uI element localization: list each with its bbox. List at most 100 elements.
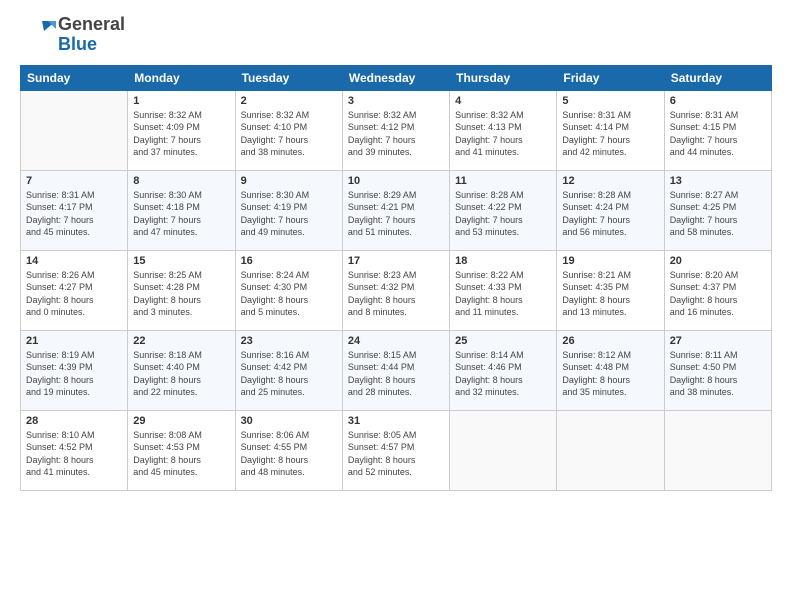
day-info: Sunrise: 8:32 AM Sunset: 4:12 PM Dayligh… xyxy=(348,109,444,159)
calendar-cell: 20 Sunrise: 8:20 AM Sunset: 4:37 PM Dayli… xyxy=(664,250,771,330)
day-info: Sunrise: 8:24 AM Sunset: 4:30 PM Dayligh… xyxy=(241,269,337,319)
day-number: 23 xyxy=(241,335,337,347)
calendar-cell: 31Sunrise: 8:05 AM Sunset: 4:57 PM Dayli… xyxy=(342,410,449,490)
calendar-cell: 22 Sunrise: 8:18 AM Sunset: 4:40 PM Dayli… xyxy=(128,330,235,410)
weekday-header-friday: Friday xyxy=(557,65,664,90)
calendar-cell: 26 Sunrise: 8:12 AM Sunset: 4:48 PM Dayli… xyxy=(557,330,664,410)
day-info: Sunrise: 8:12 AM Sunset: 4:48 PM Dayligh… xyxy=(562,349,658,399)
calendar-cell: 19 Sunrise: 8:21 AM Sunset: 4:35 PM Dayli… xyxy=(557,250,664,330)
day-number: 19 xyxy=(562,255,658,267)
weekday-header-monday: Monday xyxy=(128,65,235,90)
day-number: 5 xyxy=(562,95,658,107)
day-number: 22 xyxy=(133,335,229,347)
day-info: Sunrise: 8:28 AM Sunset: 4:22 PM Dayligh… xyxy=(455,189,551,239)
day-info: Sunrise: 8:32 AM Sunset: 4:13 PM Dayligh… xyxy=(455,109,551,159)
logo-bird-icon xyxy=(20,17,56,53)
calendar-cell: 28 Sunrise: 8:10 AM Sunset: 4:52 PM Dayli… xyxy=(21,410,128,490)
day-info: Sunrise: 8:14 AM Sunset: 4:46 PM Dayligh… xyxy=(455,349,551,399)
calendar-cell: 18 Sunrise: 8:22 AM Sunset: 4:33 PM Dayli… xyxy=(450,250,557,330)
weekday-header-wednesday: Wednesday xyxy=(342,65,449,90)
day-number: 18 xyxy=(455,255,551,267)
calendar-week-row: 28 Sunrise: 8:10 AM Sunset: 4:52 PM Dayli… xyxy=(21,410,772,490)
day-number: 27 xyxy=(670,335,766,347)
calendar-cell: 6 Sunrise: 8:31 AM Sunset: 4:15 PM Daylig… xyxy=(664,90,771,170)
calendar-cell: 21 Sunrise: 8:19 AM Sunset: 4:39 PM Dayli… xyxy=(21,330,128,410)
day-number: 16 xyxy=(241,255,337,267)
day-info: Sunrise: 8:31 AM Sunset: 4:17 PM Dayligh… xyxy=(26,189,122,239)
calendar-cell: 15 Sunrise: 8:25 AM Sunset: 4:28 PM Dayli… xyxy=(128,250,235,330)
day-info: Sunrise: 8:27 AM Sunset: 4:25 PM Dayligh… xyxy=(670,189,766,239)
calendar-table: SundayMondayTuesdayWednesdayThursdayFrid… xyxy=(20,65,772,491)
day-info: Sunrise: 8:31 AM Sunset: 4:15 PM Dayligh… xyxy=(670,109,766,159)
day-number: 8 xyxy=(133,175,229,187)
day-info: Sunrise: 8:26 AM Sunset: 4:27 PM Dayligh… xyxy=(26,269,122,319)
calendar-cell: 25 Sunrise: 8:14 AM Sunset: 4:46 PM Dayli… xyxy=(450,330,557,410)
day-number: 15 xyxy=(133,255,229,267)
calendar-week-row: 21 Sunrise: 8:19 AM Sunset: 4:39 PM Dayli… xyxy=(21,330,772,410)
calendar-cell: 4Sunrise: 8:32 AM Sunset: 4:13 PM Daylig… xyxy=(450,90,557,170)
day-number: 31 xyxy=(348,415,444,427)
calendar-cell: 11 Sunrise: 8:28 AM Sunset: 4:22 PM Dayli… xyxy=(450,170,557,250)
day-info: Sunrise: 8:30 AM Sunset: 4:19 PM Dayligh… xyxy=(241,189,337,239)
calendar-cell: 16 Sunrise: 8:24 AM Sunset: 4:30 PM Dayli… xyxy=(235,250,342,330)
day-info: Sunrise: 8:11 AM Sunset: 4:50 PM Dayligh… xyxy=(670,349,766,399)
day-info: Sunrise: 8:21 AM Sunset: 4:35 PM Dayligh… xyxy=(562,269,658,319)
day-number: 28 xyxy=(26,415,122,427)
day-info: Sunrise: 8:32 AM Sunset: 4:09 PM Dayligh… xyxy=(133,109,229,159)
logo: General Blue xyxy=(20,15,125,55)
logo-general: General xyxy=(58,15,125,35)
day-info: Sunrise: 8:19 AM Sunset: 4:39 PM Dayligh… xyxy=(26,349,122,399)
day-info: Sunrise: 8:28 AM Sunset: 4:24 PM Dayligh… xyxy=(562,189,658,239)
calendar-cell: 27 Sunrise: 8:11 AM Sunset: 4:50 PM Dayli… xyxy=(664,330,771,410)
calendar-cell: 1 Sunrise: 8:32 AM Sunset: 4:09 PM Daylig… xyxy=(128,90,235,170)
logo-combined: General Blue xyxy=(20,15,125,55)
day-number: 9 xyxy=(241,175,337,187)
calendar-cell: 3Sunrise: 8:32 AM Sunset: 4:12 PM Daylig… xyxy=(342,90,449,170)
day-number: 17 xyxy=(348,255,444,267)
calendar-cell: 17 Sunrise: 8:23 AM Sunset: 4:32 PM Dayli… xyxy=(342,250,449,330)
day-number: 14 xyxy=(26,255,122,267)
day-number: 21 xyxy=(26,335,122,347)
calendar-cell: 13Sunrise: 8:27 AM Sunset: 4:25 PM Dayli… xyxy=(664,170,771,250)
day-info: Sunrise: 8:22 AM Sunset: 4:33 PM Dayligh… xyxy=(455,269,551,319)
day-number: 7 xyxy=(26,175,122,187)
calendar-cell: 30Sunrise: 8:06 AM Sunset: 4:55 PM Dayli… xyxy=(235,410,342,490)
day-info: Sunrise: 8:29 AM Sunset: 4:21 PM Dayligh… xyxy=(348,189,444,239)
calendar-cell xyxy=(557,410,664,490)
weekday-header-saturday: Saturday xyxy=(664,65,771,90)
weekday-header-sunday: Sunday xyxy=(21,65,128,90)
day-number: 11 xyxy=(455,175,551,187)
calendar-cell: 7 Sunrise: 8:31 AM Sunset: 4:17 PM Daylig… xyxy=(21,170,128,250)
calendar-cell: 8 Sunrise: 8:30 AM Sunset: 4:18 PM Daylig… xyxy=(128,170,235,250)
calendar-cell: 29Sunrise: 8:08 AM Sunset: 4:53 PM Dayli… xyxy=(128,410,235,490)
day-number: 6 xyxy=(670,95,766,107)
day-number: 26 xyxy=(562,335,658,347)
day-info: Sunrise: 8:25 AM Sunset: 4:28 PM Dayligh… xyxy=(133,269,229,319)
logo-blue: Blue xyxy=(58,35,125,55)
day-info: Sunrise: 8:18 AM Sunset: 4:40 PM Dayligh… xyxy=(133,349,229,399)
calendar-cell: 14 Sunrise: 8:26 AM Sunset: 4:27 PM Dayli… xyxy=(21,250,128,330)
day-number: 30 xyxy=(241,415,337,427)
day-info: Sunrise: 8:31 AM Sunset: 4:14 PM Dayligh… xyxy=(562,109,658,159)
day-number: 20 xyxy=(670,255,766,267)
day-number: 25 xyxy=(455,335,551,347)
day-number: 29 xyxy=(133,415,229,427)
day-number: 24 xyxy=(348,335,444,347)
day-info: Sunrise: 8:10 AM Sunset: 4:52 PM Dayligh… xyxy=(26,429,122,479)
calendar-cell: 23Sunrise: 8:16 AM Sunset: 4:42 PM Dayli… xyxy=(235,330,342,410)
calendar-cell: 5 Sunrise: 8:31 AM Sunset: 4:14 PM Daylig… xyxy=(557,90,664,170)
calendar-cell: 24Sunrise: 8:15 AM Sunset: 4:44 PM Dayli… xyxy=(342,330,449,410)
day-info: Sunrise: 8:20 AM Sunset: 4:37 PM Dayligh… xyxy=(670,269,766,319)
calendar-cell xyxy=(21,90,128,170)
day-number: 1 xyxy=(133,95,229,107)
day-info: Sunrise: 8:30 AM Sunset: 4:18 PM Dayligh… xyxy=(133,189,229,239)
calendar-week-row: 1 Sunrise: 8:32 AM Sunset: 4:09 PM Daylig… xyxy=(21,90,772,170)
calendar-cell xyxy=(664,410,771,490)
calendar-cell xyxy=(450,410,557,490)
day-info: Sunrise: 8:23 AM Sunset: 4:32 PM Dayligh… xyxy=(348,269,444,319)
weekday-header-thursday: Thursday xyxy=(450,65,557,90)
day-info: Sunrise: 8:32 AM Sunset: 4:10 PM Dayligh… xyxy=(241,109,337,159)
calendar-cell: 12Sunrise: 8:28 AM Sunset: 4:24 PM Dayli… xyxy=(557,170,664,250)
day-number: 10 xyxy=(348,175,444,187)
calendar-week-row: 14 Sunrise: 8:26 AM Sunset: 4:27 PM Dayli… xyxy=(21,250,772,330)
